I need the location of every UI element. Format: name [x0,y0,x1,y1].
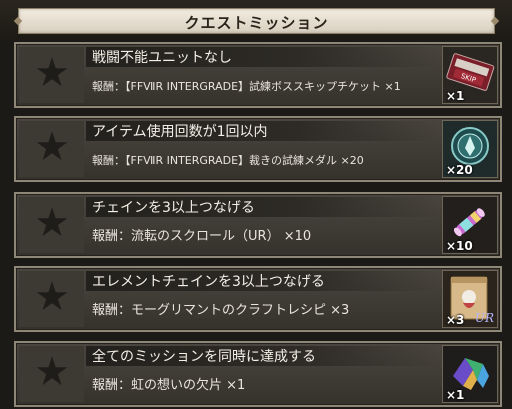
reward-text: 虹の想いの欠片 ×1 [131,378,246,393]
reward-label: 報酬： [92,80,125,93]
reward-text: 流転のスクロール（UR） ×10 [131,229,312,244]
star-icon: ★ [34,50,70,96]
reward-text: 【FFⅦR INTERGRADE】試練ボススキップチケット ×1 [125,80,401,93]
mission-row: ★ アイテム使用回数が1回以内 報酬：【FFⅦR INTERGRADE】裁きの試… [14,116,502,182]
mission-reward: 報酬：虹の想いの欠片 ×1 [92,374,245,393]
reward-item[interactable]: ×20 [442,120,498,178]
mission-title: チェインを3以上つなげる [92,200,255,216]
star-icon: ★ [34,200,70,246]
reward-item[interactable]: ×10 [442,196,498,254]
mission-status: ★ [19,271,84,327]
mission-row: ★ 戦闘不能ユニットなし 報酬：【FFⅦR INTERGRADE】試練ボススキッ… [14,42,502,108]
reward-item[interactable]: ×1 [442,345,498,403]
reward-text: 【FFⅦR INTERGRADE】裁きの試練メダル ×20 [125,154,364,167]
page-title: クエストミッション [184,14,329,32]
header-bar: クエストミッション [0,0,512,40]
mission-row: ★ エレメントチェインを3以上つなげる 報酬：モーグリマントのクラフトレシピ ×… [14,266,502,332]
star-icon: ★ [34,124,70,170]
mission-status: ★ [19,197,84,253]
mission-status: ★ [19,121,84,177]
mission-reward: 報酬：流転のスクロール（UR） ×10 [92,225,311,244]
rarity-badge: UR [474,311,494,325]
mission-row: ★ 全てのミッションを同時に達成する 報酬：虹の想いの欠片 ×1 ×1 [14,341,502,407]
reward-text: モーグリマントのクラフトレシピ ×3 [131,303,350,318]
reward-label: 報酬： [92,154,125,167]
mission-title: アイテム使用回数が1回以内 [92,124,268,140]
item-quantity: ×3 [446,313,465,327]
item-quantity: ×20 [446,163,473,177]
mission-title: エレメントチェインを3以上つなげる [92,274,325,290]
reward-label: 報酬： [92,303,132,318]
mission-title: 全てのミッションを同時に達成する [92,349,316,365]
item-quantity: ×1 [446,388,465,402]
reward-item[interactable]: ×3 UR [442,270,498,328]
item-quantity: ×10 [446,239,473,253]
title-plate: クエストミッション [18,8,495,34]
mission-row: ★ チェインを3以上つなげる 報酬：流転のスクロール（UR） ×10 ×10 [14,192,502,258]
reward-label: 報酬： [92,378,132,393]
mission-reward: 報酬：モーグリマントのクラフトレシピ ×3 [92,299,349,318]
reward-label: 報酬： [92,229,132,244]
item-quantity: ×1 [446,89,465,103]
mission-status: ★ [19,346,84,402]
mission-reward: 報酬：【FFⅦR INTERGRADE】試練ボススキップチケット ×1 [92,78,401,94]
reward-item[interactable]: SKIP ×1 [442,46,498,104]
mission-reward: 報酬：【FFⅦR INTERGRADE】裁きの試練メダル ×20 [92,152,364,168]
star-icon: ★ [34,274,70,320]
mission-status: ★ [19,47,84,103]
star-icon: ★ [34,349,70,395]
mission-title: 戦闘不能ユニットなし [92,50,232,66]
